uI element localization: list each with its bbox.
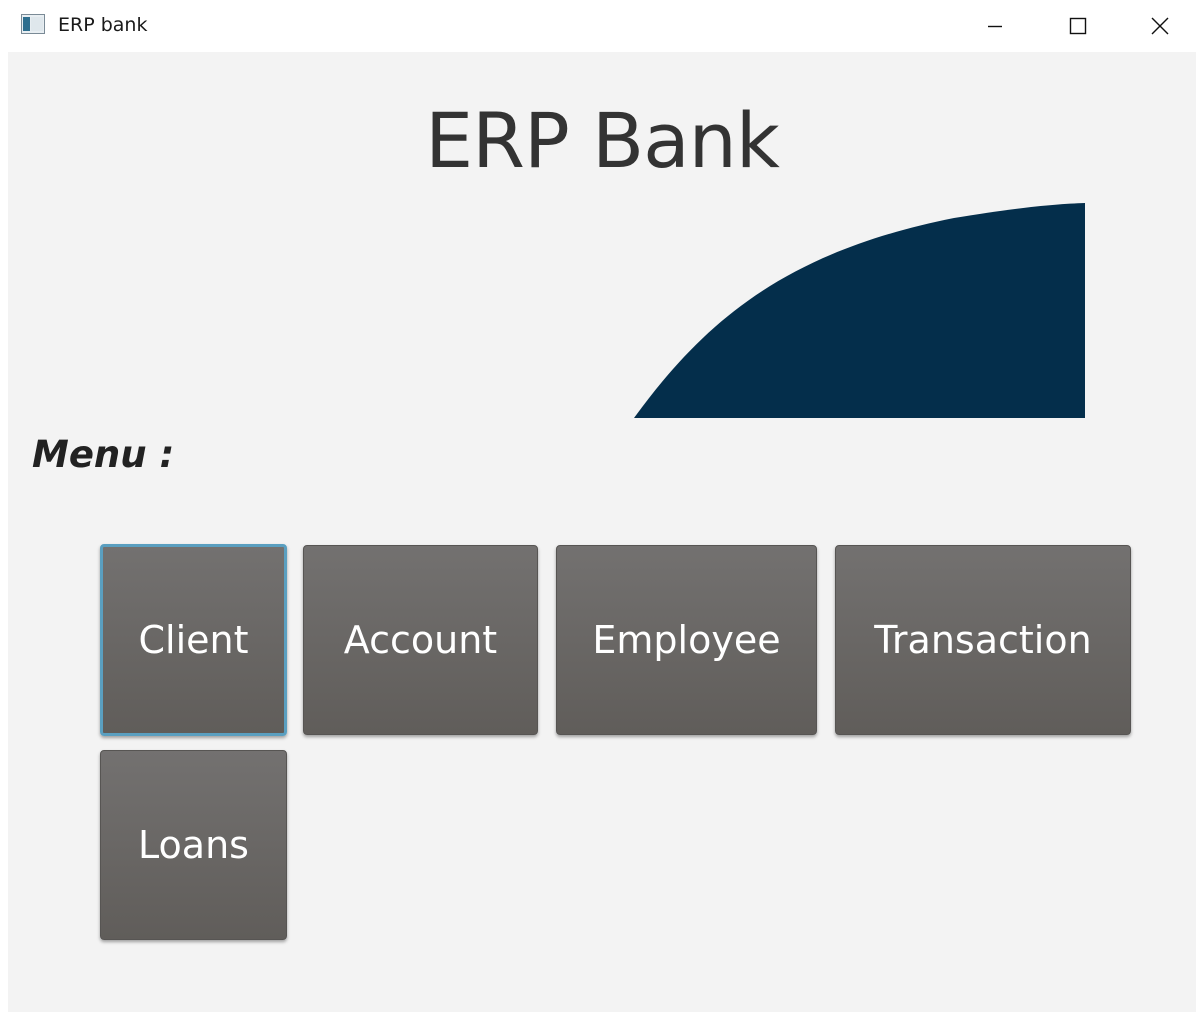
menu-label: Menu :: [32, 433, 175, 476]
app-window: ERP bank ERP Bank Menu : Client Account …: [0, 0, 1198, 1013]
main-content: ERP Bank Menu : Client Account Employee …: [8, 52, 1196, 1012]
account-button[interactable]: Account: [303, 545, 538, 735]
curved-wave-logo: [634, 203, 1085, 418]
maximize-button[interactable]: [1043, 0, 1113, 52]
page-title: ERP Bank: [425, 96, 780, 185]
close-icon: [1150, 16, 1170, 36]
employee-button[interactable]: Employee: [556, 545, 817, 735]
window-title: ERP bank: [58, 14, 148, 36]
client-button[interactable]: Client: [100, 544, 287, 736]
maximize-icon: [1068, 16, 1088, 36]
loans-button[interactable]: Loans: [100, 750, 287, 940]
close-button[interactable]: [1125, 0, 1195, 52]
minimize-button[interactable]: [960, 0, 1030, 52]
minimize-icon: [985, 16, 1005, 36]
title-bar: ERP bank: [0, 0, 1198, 52]
transaction-button[interactable]: Transaction: [835, 545, 1131, 735]
app-window-icon: [21, 14, 45, 34]
